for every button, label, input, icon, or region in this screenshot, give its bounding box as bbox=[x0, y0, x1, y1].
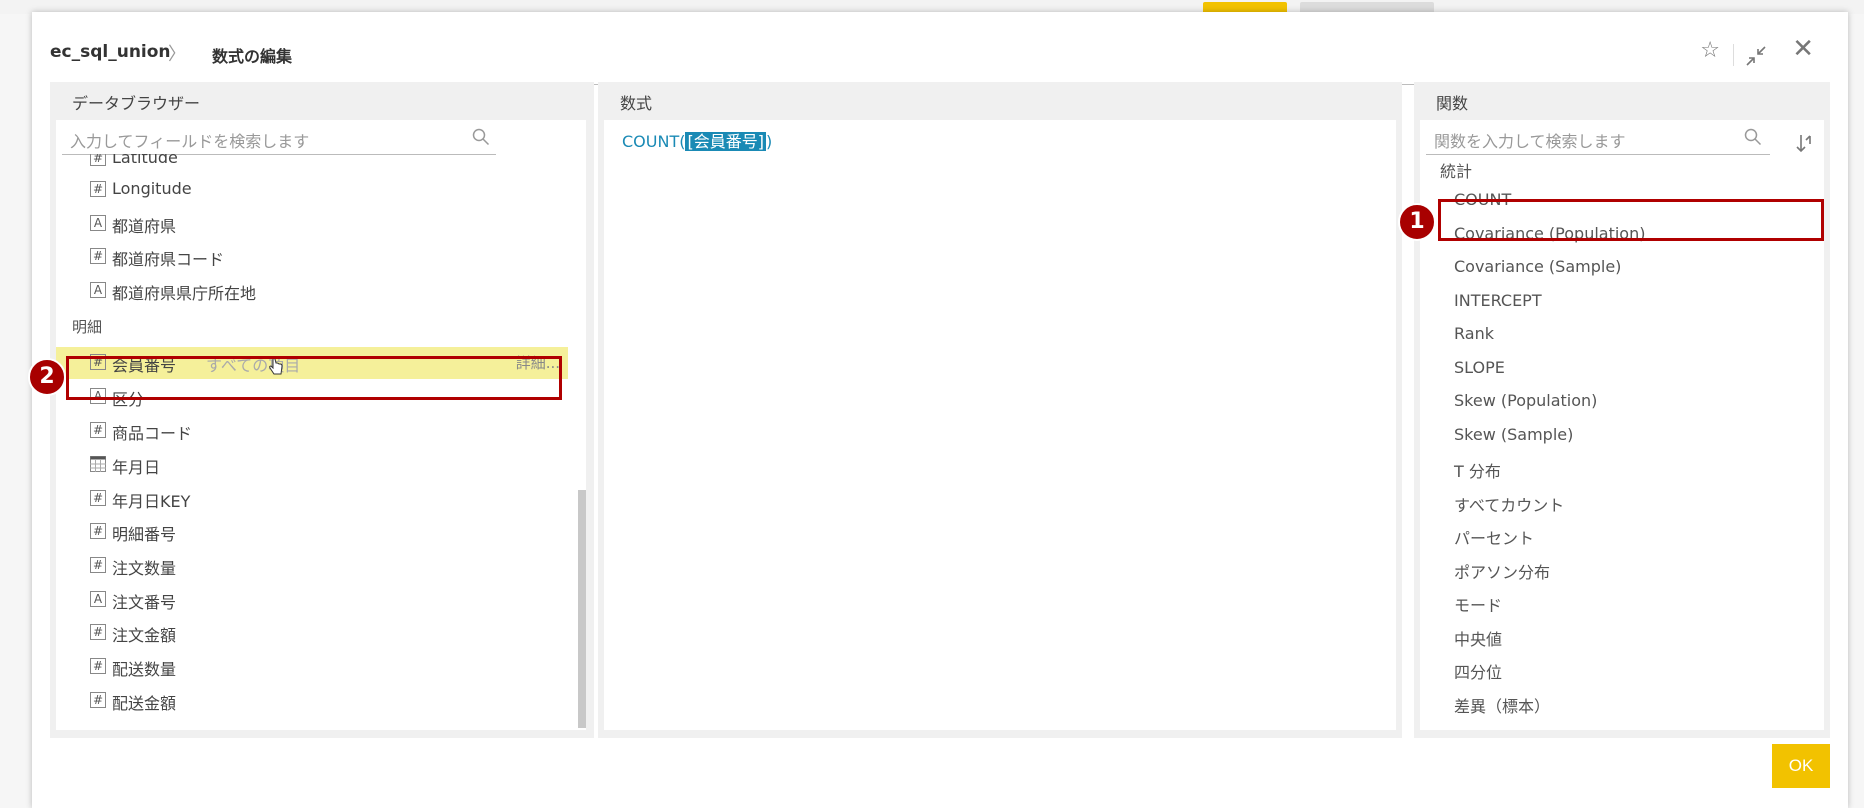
field-label: 年月日KEY bbox=[112, 492, 191, 511]
number-type-icon: # bbox=[90, 248, 106, 264]
data-browser-list: 入力してフィールドを検索します # Latitude # Longitude A… bbox=[56, 120, 586, 730]
field-label: 注文番号 bbox=[112, 593, 177, 612]
callout-badge-1: 1 bbox=[1398, 203, 1436, 241]
formula-editor-dialog: ec_sql_union 〉 数式の編集 ☆ ✕ データブラウザー 入力してフィ… bbox=[32, 12, 1848, 808]
breadcrumb-datasource[interactable]: ec_sql_union bbox=[50, 42, 171, 62]
functions-panel-title: 関数 bbox=[1436, 94, 1469, 113]
field-label: 配送金額 bbox=[112, 694, 177, 713]
function-item[interactable]: Skew (Population) bbox=[1454, 391, 1597, 410]
dialog-title: 数式の編集 bbox=[212, 47, 293, 66]
field-row[interactable]: A 都道府県 bbox=[56, 208, 566, 240]
background-right-pane bbox=[1848, 14, 1864, 808]
function-category-statistics: 統計 bbox=[1440, 162, 1473, 181]
header-divider bbox=[1733, 44, 1734, 66]
background-left-pane bbox=[0, 14, 33, 808]
calendar-type-icon bbox=[90, 456, 106, 472]
number-type-icon: # bbox=[90, 154, 106, 166]
field-label: 注文金額 bbox=[112, 626, 177, 645]
number-type-icon: # bbox=[90, 181, 106, 197]
number-type-icon: # bbox=[90, 523, 106, 539]
formula-close-paren: ) bbox=[765, 132, 773, 151]
breadcrumb-separator: 〉 bbox=[168, 44, 186, 65]
field-label: Latitude bbox=[112, 154, 178, 167]
function-item[interactable]: ポアソン分布 bbox=[1454, 559, 1550, 583]
function-item[interactable]: T 分布 bbox=[1454, 458, 1501, 482]
field-search-input[interactable]: 入力してフィールドを検索します bbox=[62, 120, 496, 155]
search-icon[interactable] bbox=[472, 128, 490, 146]
number-type-icon: # bbox=[90, 557, 106, 573]
field-row[interactable]: 年月日 bbox=[56, 449, 566, 481]
data-browser-panel: データブラウザー 入力してフィールドを検索します # Latitude # Lo… bbox=[50, 82, 594, 738]
field-row[interactable]: A 都道府県県庁所在地 bbox=[56, 275, 566, 307]
data-browser-title: データブラウザー bbox=[72, 94, 201, 113]
sort-icon[interactable] bbox=[1794, 132, 1814, 154]
field-row[interactable]: # Longitude bbox=[56, 174, 566, 206]
field-row[interactable]: A 注文番号 bbox=[56, 584, 566, 616]
function-item[interactable]: モード bbox=[1454, 592, 1502, 616]
field-label: 都道府県コード bbox=[112, 250, 225, 269]
field-label: 都道府県 bbox=[112, 217, 177, 236]
field-label: Longitude bbox=[112, 179, 192, 198]
function-item[interactable]: INTERCEPT bbox=[1454, 291, 1542, 310]
function-item[interactable]: 差異（標本） bbox=[1454, 693, 1550, 717]
field-row[interactable]: # 都道府県コード bbox=[56, 241, 566, 273]
field-list-scrollbar[interactable] bbox=[578, 490, 586, 728]
function-item[interactable]: SLOPE bbox=[1454, 358, 1505, 377]
formula-function: COUNT bbox=[622, 132, 680, 151]
field-search-placeholder: 入力してフィールドを検索します bbox=[70, 132, 310, 151]
field-row[interactable]: # 注文数量 bbox=[56, 550, 566, 582]
number-type-icon: # bbox=[90, 624, 106, 640]
field-row[interactable]: # 年月日KEY bbox=[56, 483, 566, 515]
search-icon[interactable] bbox=[1744, 128, 1762, 146]
ok-button[interactable]: OK bbox=[1772, 744, 1830, 788]
number-type-icon: # bbox=[90, 422, 106, 438]
close-icon[interactable]: ✕ bbox=[1792, 34, 1814, 64]
text-type-icon: A bbox=[90, 282, 106, 298]
field-row[interactable]: # Latitude bbox=[56, 154, 566, 174]
function-item[interactable]: 四分位 bbox=[1454, 659, 1502, 683]
formula-text[interactable]: COUNT([会員番号]) bbox=[622, 128, 772, 152]
callout-box-count bbox=[1438, 199, 1824, 241]
function-item[interactable]: パーセント bbox=[1454, 525, 1534, 549]
callout-badge-2: 2 bbox=[28, 358, 66, 396]
formula-panel-title: 数式 bbox=[620, 94, 653, 113]
field-label: 都道府県県庁所在地 bbox=[112, 284, 257, 303]
formula-argument: [会員番号] bbox=[685, 132, 766, 151]
field-row[interactable]: # 注文金額 bbox=[56, 617, 566, 649]
function-item[interactable]: Covariance (Sample) bbox=[1454, 257, 1621, 276]
field-row[interactable]: # 明細番号 bbox=[56, 516, 566, 548]
field-label: 注文数量 bbox=[112, 559, 177, 578]
function-search-placeholder: 関数を入力して検索します bbox=[1434, 132, 1626, 151]
functions-panel: 関数 関数を入力して検索します 統計 COUNT Covariance (Pop… bbox=[1414, 82, 1830, 738]
text-type-icon: A bbox=[90, 591, 106, 607]
callout-box-member-number bbox=[66, 356, 562, 400]
field-label: 商品コード bbox=[112, 424, 193, 443]
number-type-icon: # bbox=[90, 692, 106, 708]
function-item[interactable]: すべてカウント bbox=[1454, 492, 1564, 516]
formula-editor[interactable]: COUNT([会員番号]) bbox=[604, 120, 1396, 730]
formula-panel: 数式 COUNT([会員番号]) bbox=[598, 82, 1402, 738]
text-type-icon: A bbox=[90, 215, 106, 231]
number-type-icon: # bbox=[90, 658, 106, 674]
function-search-input[interactable]: 関数を入力して検索します bbox=[1426, 120, 1770, 155]
section-label-detail: 明細 bbox=[72, 318, 103, 336]
field-label: 配送数量 bbox=[112, 660, 177, 679]
dialog-header: ec_sql_union 〉 数式の編集 ☆ ✕ bbox=[50, 30, 1830, 85]
collapse-icon[interactable] bbox=[1744, 44, 1768, 68]
function-item[interactable]: 中央値 bbox=[1454, 626, 1502, 650]
field-label: 明細番号 bbox=[112, 525, 177, 544]
function-item[interactable]: Skew (Sample) bbox=[1454, 425, 1573, 444]
function-item[interactable]: Rank bbox=[1454, 324, 1494, 343]
field-label: 年月日 bbox=[112, 458, 161, 477]
field-row[interactable]: # 商品コード bbox=[56, 415, 566, 447]
star-icon[interactable]: ☆ bbox=[1700, 38, 1720, 63]
number-type-icon: # bbox=[90, 490, 106, 506]
field-row[interactable]: # 配送金額 bbox=[56, 685, 566, 717]
field-row[interactable]: # 配送数量 bbox=[56, 651, 566, 683]
